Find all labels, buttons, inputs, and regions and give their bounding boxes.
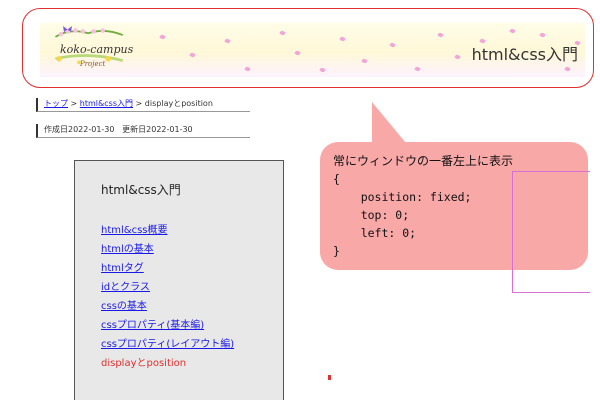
breadcrumb-separator: > xyxy=(135,99,143,108)
breadcrumb-home-link[interactable]: トップ xyxy=(44,99,68,108)
callout-heading: 常にウィンドウの一番左上に表示 xyxy=(333,154,514,168)
sidebar-item: htmlの基本 xyxy=(101,240,234,259)
sidebar-link-css-properties-basic[interactable]: cssプロパティ(基本編) xyxy=(101,320,204,331)
sidebar-title: html&css入門 xyxy=(101,183,181,197)
breadcrumb: トップ > html&css入門 > displayとposition xyxy=(36,98,250,112)
sidebar-menu: html&css入門 html&css概要 htmlの基本 htmlタグ idと… xyxy=(74,160,284,400)
sidebar-item: cssの基本 xyxy=(101,297,234,316)
code-line: } xyxy=(333,244,340,258)
sidebar-item: html&css概要 xyxy=(101,221,234,240)
code-line: left: 0; xyxy=(333,226,417,240)
code-line: position: fixed; xyxy=(333,190,472,204)
code-snippet: 常にウィンドウの一番左上に表示 { position: fixed; top: 0… xyxy=(333,152,513,260)
sidebar-link-id-class[interactable]: idとクラス xyxy=(101,282,150,293)
marker-dot xyxy=(328,375,331,380)
sidebar-link-css-properties-layout[interactable]: cssプロパティ(レイアウト編) xyxy=(101,339,234,350)
breadcrumb-separator: > xyxy=(70,99,78,108)
updated-date: 更新日2022-01-30 xyxy=(122,125,193,134)
code-line: { xyxy=(333,172,340,186)
sidebar-link-html-basics[interactable]: htmlの基本 xyxy=(101,244,154,255)
sidebar-link-html-tags[interactable]: htmlタグ xyxy=(101,263,144,274)
sidebar-item: htmlタグ xyxy=(101,259,234,278)
breadcrumb-current: displayとposition xyxy=(144,99,213,108)
sidebar-item: cssプロパティ(基本編) xyxy=(101,316,234,335)
fixed-position-demo-box xyxy=(512,171,590,293)
sidebar-item: cssプロパティ(レイアウト編) xyxy=(101,335,234,354)
sidebar-link-css-basics[interactable]: cssの基本 xyxy=(101,301,147,312)
breadcrumb-section-link[interactable]: html&css入門 xyxy=(80,99,133,108)
sidebar-link-overview[interactable]: html&css概要 xyxy=(101,225,168,236)
highlight-frame xyxy=(22,8,594,88)
sidebar-item: idとクラス xyxy=(101,278,234,297)
sidebar-list: html&css概要 htmlの基本 htmlタグ idとクラス cssの基本 … xyxy=(101,221,234,373)
created-date: 作成日2022-01-30 xyxy=(44,125,115,134)
page-dates: 作成日2022-01-30 更新日2022-01-30 xyxy=(36,124,250,138)
sidebar-current-item: displayとposition xyxy=(101,358,187,369)
code-line: top: 0; xyxy=(333,208,410,222)
sidebar-item: displayとposition xyxy=(101,354,234,373)
